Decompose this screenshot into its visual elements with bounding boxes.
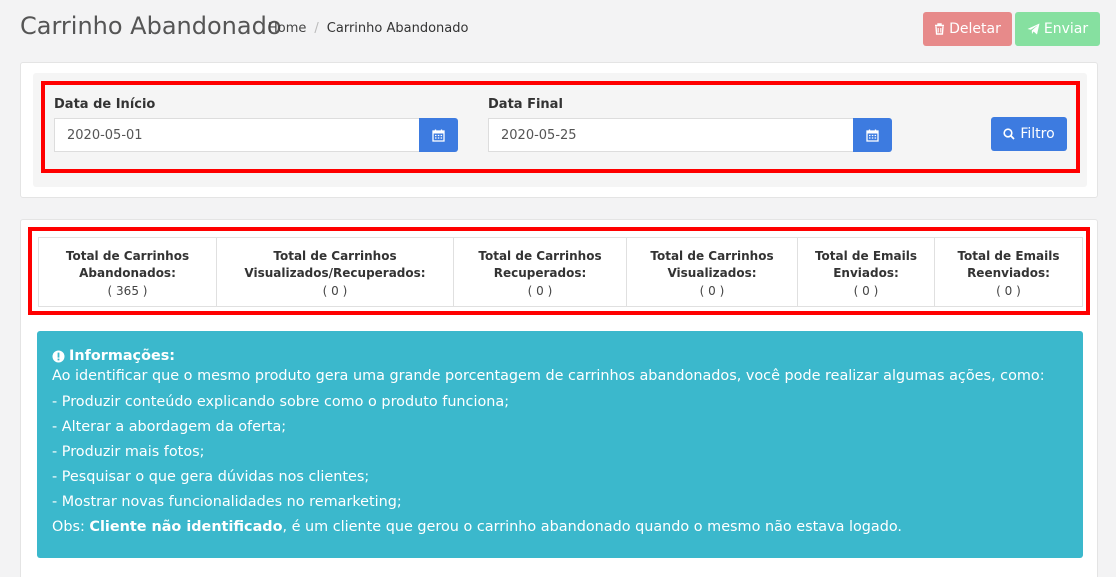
- info-obs: Obs: Cliente não identificado, é um clie…: [52, 515, 1083, 540]
- page-header: Carrinho Abandonado Home / Carrinho Abando…: [20, 10, 1100, 46]
- stat-value: ( 365 ): [107, 284, 148, 298]
- stat-abandoned: Total de Carrinhos Abandonados: ( 365 ): [39, 238, 217, 306]
- stat-label: Total de Carrinhos: [478, 249, 602, 263]
- send-button[interactable]: Enviar: [1015, 12, 1100, 46]
- page-title: Carrinho Abandonado: [20, 12, 282, 40]
- filter-button-label: Filtro: [1020, 126, 1055, 142]
- trash-icon: [935, 23, 945, 35]
- stat-viewed: Total de Carrinhos Visualizados: ( 0 ): [627, 238, 798, 306]
- breadcrumb-home-link[interactable]: Home: [268, 21, 306, 36]
- stat-label: Reenviados:: [967, 266, 1050, 280]
- stat-value: ( 0 ): [996, 284, 1021, 298]
- filter-panel: Data de Início 2020-05-01 Data Final 202…: [20, 62, 1098, 198]
- breadcrumb: Home / Carrinho Abandonado: [268, 21, 468, 36]
- info-title: Informações:: [52, 347, 1083, 365]
- info-obs-bold: Cliente não identificado: [89, 519, 283, 535]
- send-button-label: Enviar: [1043, 21, 1089, 37]
- stat-label: Visualizados/Recuperados:: [244, 266, 426, 280]
- info-item: - Pesquisar o que gera dúvidas nos clien…: [52, 469, 370, 485]
- paper-plane-icon: [1027, 23, 1040, 35]
- calendar-icon: [866, 129, 879, 142]
- search-icon: [1003, 128, 1015, 140]
- breadcrumb-separator: /: [314, 21, 319, 36]
- delete-button[interactable]: Deletar: [923, 12, 1012, 46]
- info-item: - Alterar a abordagem da oferta;: [52, 419, 287, 435]
- stat-emails-sent: Total de Emails Enviados: ( 0 ): [798, 238, 935, 306]
- info-item: - Mostrar novas funcionalidades no remar…: [52, 494, 402, 510]
- stat-value: ( 0 ): [527, 284, 553, 298]
- summary-panel: Total de Carrinhos Abandonados: ( 365 ) …: [20, 219, 1098, 577]
- info-alert: Informações: Ao identificar que o mesmo …: [37, 331, 1083, 558]
- start-date-input[interactable]: 2020-05-01: [54, 118, 420, 152]
- stat-label: Total de Carrinhos: [273, 249, 397, 263]
- info-item: - Produzir mais fotos;: [52, 444, 205, 460]
- info-obs-prefix: Obs:: [52, 519, 90, 535]
- stat-viewed-recovered: Total de Carrinhos Visualizados/Recupera…: [217, 238, 454, 306]
- stat-label: Enviados:: [833, 266, 899, 280]
- stat-value: ( 0 ): [699, 284, 725, 298]
- stat-label: Abandonados:: [79, 266, 176, 280]
- stat-label: Total de Emails: [957, 249, 1060, 263]
- start-date-calendar-button[interactable]: [419, 118, 458, 152]
- calendar-icon: [432, 129, 445, 142]
- stats-table: Total de Carrinhos Abandonados: ( 365 ) …: [38, 237, 1083, 307]
- info-obs-rest: , é um cliente que gerou o carrinho aban…: [282, 519, 902, 535]
- stat-label: Total de Carrinhos: [650, 249, 774, 263]
- stat-recovered: Total de Carrinhos Recuperados: ( 0 ): [454, 238, 627, 306]
- stat-value: ( 0 ): [322, 284, 348, 298]
- stat-label: Visualizados:: [667, 266, 757, 280]
- end-date-label: Data Final: [488, 97, 563, 112]
- info-item: - Produzir conteúdo explicando sobre com…: [52, 394, 510, 410]
- stat-label: Total de Carrinhos: [65, 249, 190, 263]
- breadcrumb-current: Carrinho Abandonado: [326, 21, 469, 36]
- stat-label: Recuperados:: [493, 266, 587, 280]
- stat-value: ( 0 ): [853, 284, 879, 298]
- stat-emails-resent: Total de Emails Reenviados: ( 0 ): [935, 238, 1082, 306]
- filter-button[interactable]: Filtro: [991, 117, 1067, 151]
- end-date-input[interactable]: 2020-05-25: [488, 118, 854, 152]
- delete-button-label: Deletar: [949, 21, 1001, 37]
- end-date-calendar-button[interactable]: [853, 118, 892, 152]
- exclamation-circle-icon: [52, 350, 65, 362]
- start-date-label: Data de Início: [54, 97, 156, 112]
- stat-label: Total de Emails: [814, 249, 918, 263]
- info-title-text: Informações:: [69, 348, 176, 364]
- info-intro: Ao identificar que o mesmo produto gera …: [52, 368, 1045, 384]
